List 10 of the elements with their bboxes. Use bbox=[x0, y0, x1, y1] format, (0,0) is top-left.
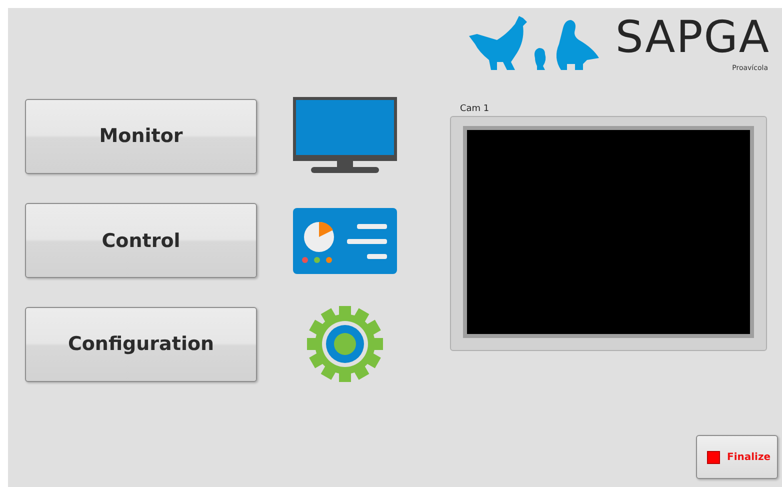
menu-button[interactable]: Configuration bbox=[25, 306, 257, 382]
gear-icon bbox=[304, 306, 386, 382]
monitor-icon bbox=[293, 97, 397, 175]
menu-button[interactable]: Control bbox=[25, 203, 257, 278]
stop-icon bbox=[707, 450, 720, 464]
dashboard-icon bbox=[293, 208, 397, 274]
finalize-button[interactable]: Finalize bbox=[696, 435, 778, 479]
logo-title: SAPGA bbox=[615, 11, 770, 64]
menu-button[interactable]: Monitor bbox=[25, 98, 257, 174]
camera-label: Cam 1 bbox=[460, 104, 490, 114]
